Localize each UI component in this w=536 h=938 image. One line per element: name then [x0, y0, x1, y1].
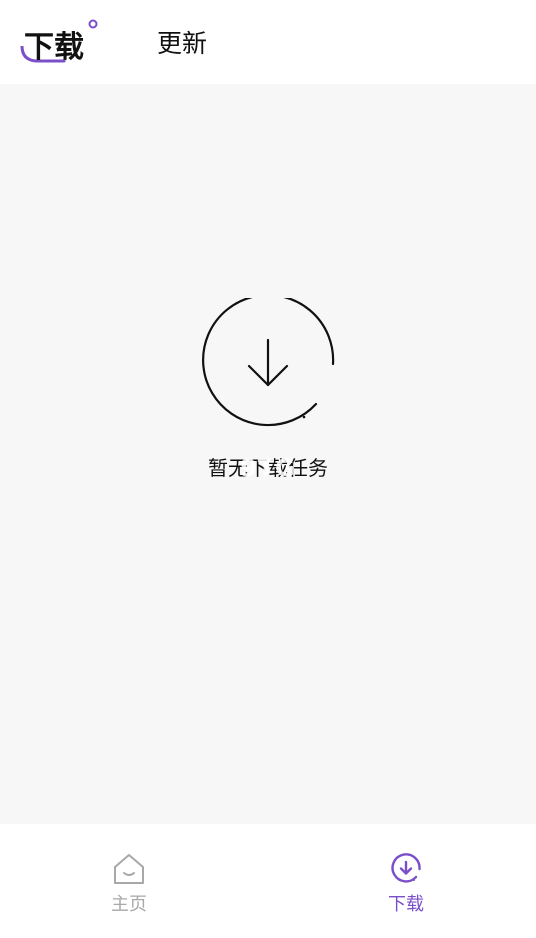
nav-item-download[interactable]: 下载 [366, 852, 446, 922]
home-icon [114, 854, 144, 884]
header: 下载 更新 [0, 0, 536, 84]
bottom-nav: 主页 下载 [0, 824, 536, 938]
tab-download-label: 下载 [24, 30, 84, 65]
download-circle-icon [202, 298, 335, 427]
tab-update[interactable]: 更新 [157, 24, 207, 60]
download-list-area: 暂无下载任务 9TG [0, 84, 536, 824]
nav-item-home[interactable]: 主页 [89, 852, 169, 922]
nav-item-download-label: 下载 [388, 894, 424, 915]
tab-update-label: 更新 [157, 29, 208, 58]
tab-dot-decoration [88, 19, 98, 29]
empty-message: 暂无下载任务 [208, 456, 328, 480]
page: 下载 更新 暂无下载任务 9TG 主页 下载 [0, 0, 536, 938]
download-icon [391, 853, 421, 883]
tab-download[interactable]: 下载 [20, 18, 100, 68]
nav-item-home-label: 主页 [111, 894, 147, 915]
